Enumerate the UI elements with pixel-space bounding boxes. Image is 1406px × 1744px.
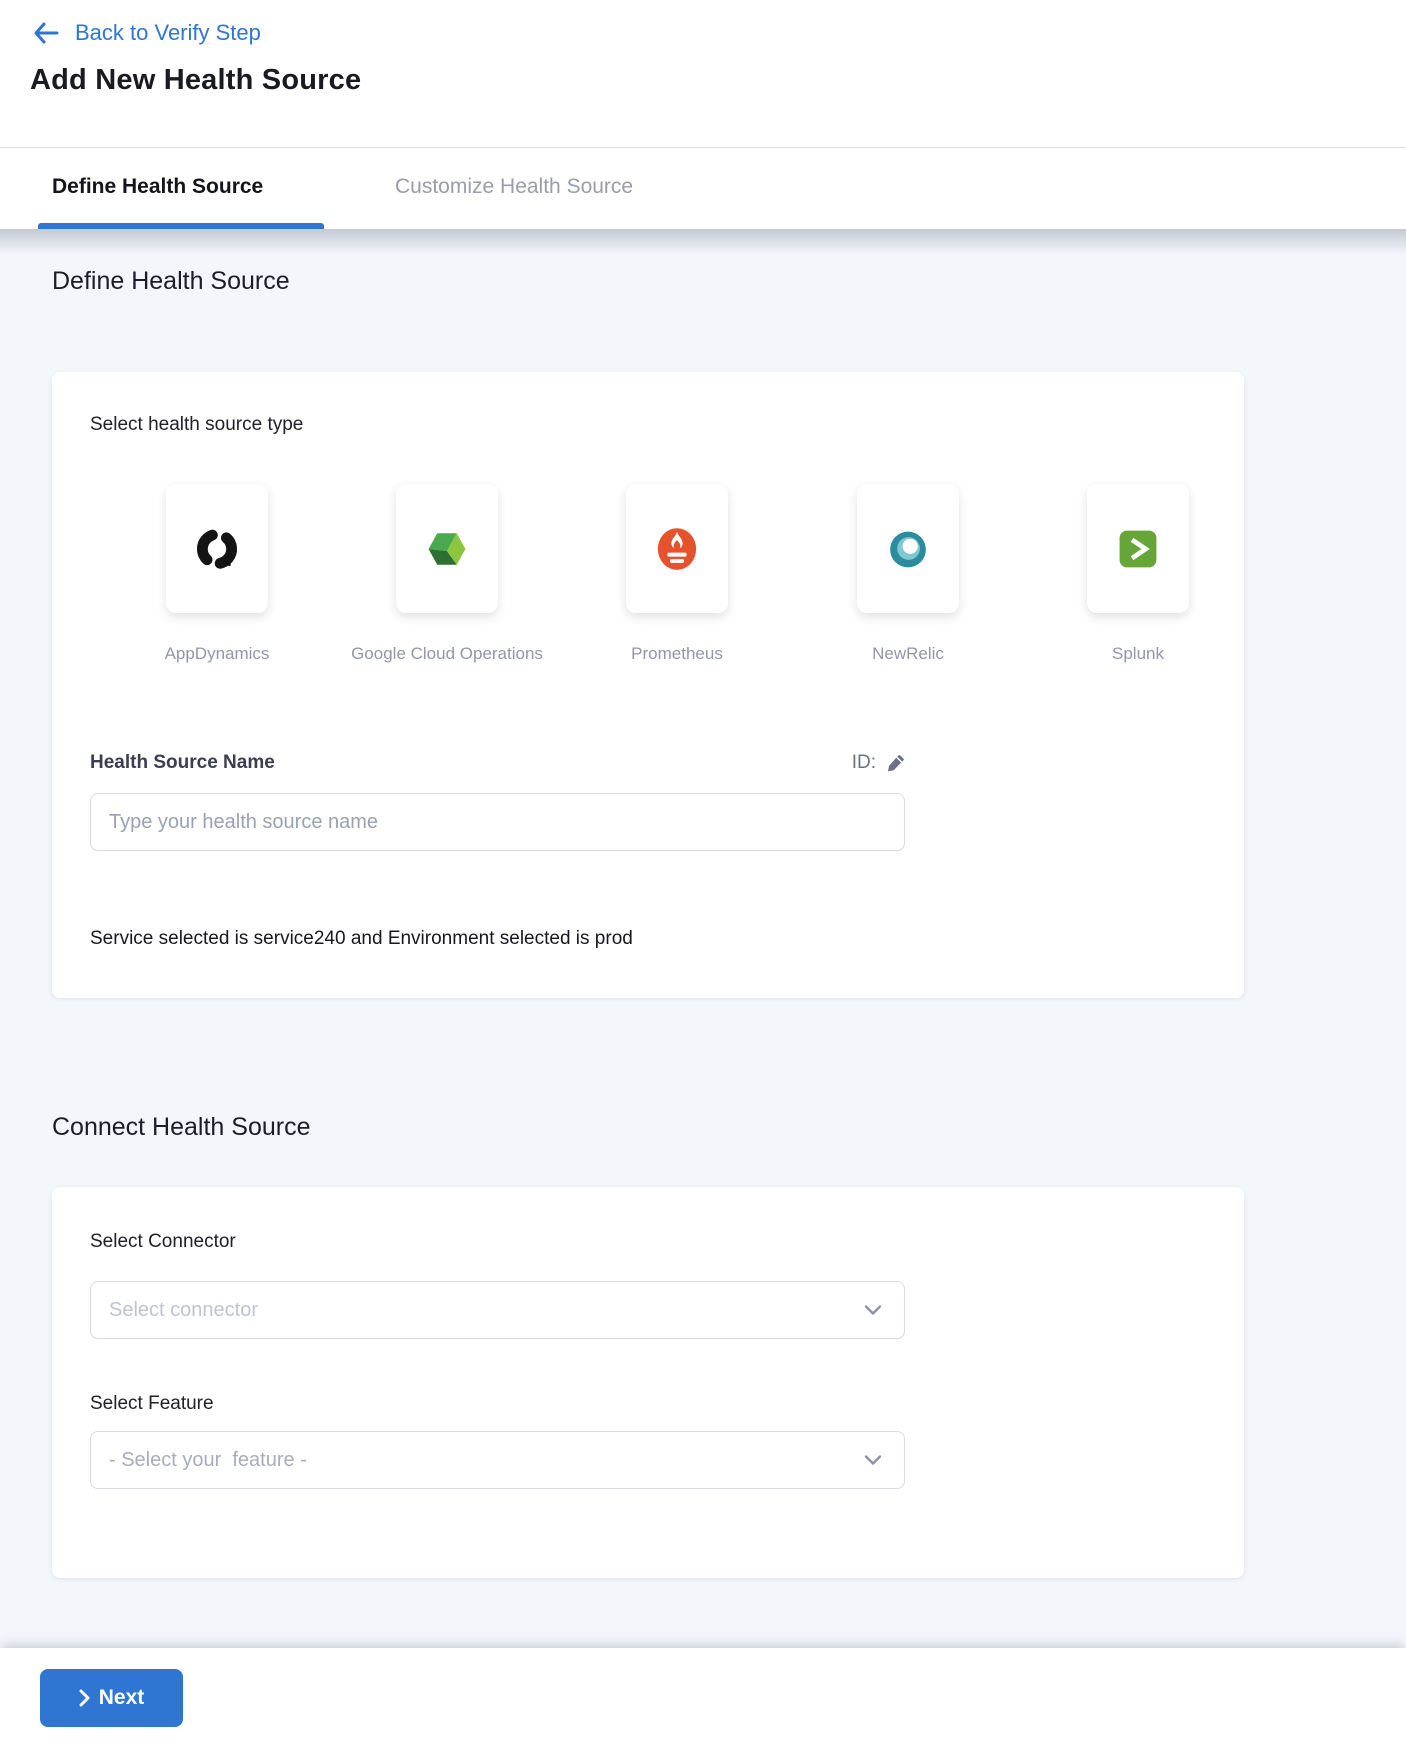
page-title: Add New Health Source [30,64,361,97]
feature-select[interactable]: - Select your feature - [90,1431,905,1489]
source-card-appdynamics[interactable] [166,484,268,613]
chevron-down-icon [864,1455,882,1466]
select-feature-label: Select Feature [90,1393,214,1415]
source-card-splunk[interactable] [1087,484,1189,613]
footer-bar: Next [0,1648,1406,1744]
source-label-appdynamics: AppDynamics [102,644,332,664]
select-connector-label: Select Connector [90,1231,236,1253]
source-card-prometheus[interactable] [626,484,728,613]
tab-customize-health-source[interactable]: Customize Health Source [395,175,633,199]
service-environment-note: Service selected is service240 and Envir… [90,928,633,950]
health-source-name-label: Health Source Name [90,752,275,774]
source-label-google-cloud-operations: Google Cloud Operations [332,644,562,664]
google-cloud-operations-icon [421,523,473,575]
back-link-label: Back to Verify Step [75,20,261,46]
edit-pencil-icon[interactable] [887,754,905,772]
chevron-down-icon [864,1305,882,1316]
back-to-verify-step-link[interactable]: Back to Verify Step [32,20,261,46]
add-health-source-page: Back to Verify Step Add New Health Sourc… [0,0,1406,1744]
page-header: Back to Verify Step Add New Health Sourc… [0,0,1406,148]
appdynamics-icon [191,523,243,575]
tab-bar: Define Health Source Customize Health So… [0,149,1406,229]
source-label-newrelic: NewRelic [793,644,1023,664]
newrelic-icon [882,523,934,575]
source-card-google-cloud-operations[interactable] [396,484,498,613]
connect-section-heading: Connect Health Source [52,1113,310,1142]
health-source-name-input[interactable] [90,793,905,851]
define-section-heading: Define Health Source [52,267,290,296]
select-health-source-type-label: Select health source type [90,414,303,436]
prometheus-icon [650,522,704,576]
back-arrow-icon [32,21,59,45]
define-health-source-card: Select health source type [52,372,1244,998]
next-button-label: Next [99,1686,145,1710]
next-button[interactable]: Next [40,1669,183,1727]
source-card-newrelic[interactable] [857,484,959,613]
id-label: ID: [852,752,876,774]
connect-health-source-card: Select Connector Select connector Select… [52,1187,1244,1578]
feature-select-placeholder: - Select your feature - [109,1449,307,1472]
source-label-splunk: Splunk [1023,644,1253,664]
id-row: ID: [812,752,905,774]
splunk-icon [1112,523,1164,575]
content-area: Define Health Source Select health sourc… [0,229,1406,1648]
connector-select-placeholder: Select connector [109,1299,258,1322]
source-label-prometheus: Prometheus [562,644,792,664]
tab-define-health-source[interactable]: Define Health Source [52,175,263,199]
chevron-right-icon [79,1689,90,1707]
connector-select[interactable]: Select connector [90,1281,905,1339]
